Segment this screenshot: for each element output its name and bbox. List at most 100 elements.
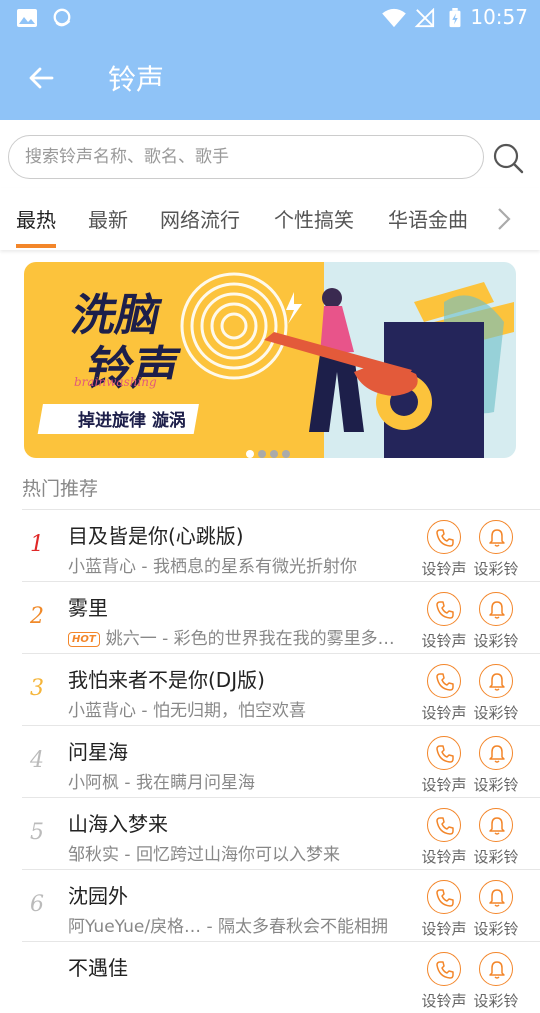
- set-ringtone-button[interactable]: 设铃声: [420, 952, 468, 1012]
- lyric-snippet: 怕无归期，怕空欢喜: [152, 701, 306, 721]
- set-crbt-label: 设彩铃: [473, 776, 519, 794]
- list-item[interactable]: 1 目及皆是你(心跳版) 小蓝背心 - 我栖息的星系有微光折射你 设铃声 设彩铃: [22, 509, 540, 581]
- list-item[interactable]: 4 问星海 小阿枫 - 我在瞒月问星海 设铃声 设彩铃: [22, 725, 540, 797]
- bell-icon: [489, 673, 505, 691]
- list-item[interactable]: 6 沈园外 阿YueYue/戾格… - 隔太多春秋会不能相拥 设铃声 设彩铃: [22, 869, 540, 941]
- phone-icon: [436, 745, 454, 763]
- set-crbt-button[interactable]: 设彩铃: [472, 736, 520, 796]
- set-ringtone-button[interactable]: 设铃声: [420, 808, 468, 868]
- set-crbt-button[interactable]: 设彩铃: [472, 808, 520, 868]
- set-crbt-button[interactable]: 设彩铃: [472, 664, 520, 724]
- set-ringtone-button[interactable]: 设铃声: [420, 664, 468, 724]
- set-ringtone-label: 设铃声: [421, 848, 467, 866]
- rank-number: 5: [30, 820, 44, 845]
- search-input[interactable]: 搜索铃声名称、歌名、歌手: [8, 135, 484, 179]
- app-notification-icon: [53, 8, 71, 27]
- phone-icon: [436, 673, 454, 691]
- set-crbt-label: 设彩铃: [473, 920, 519, 938]
- category-tabs: 最热 最新 网络流行 个性搞笑 华语金曲: [0, 188, 540, 250]
- song-title: 不遇佳: [68, 956, 128, 980]
- tab-internet-popular[interactable]: 网络流行: [160, 204, 240, 233]
- phone-icon: [436, 889, 454, 907]
- lyric-snippet: 回忆跨过山海你可以入梦来: [135, 845, 340, 865]
- ringtone-list: 1 目及皆是你(心跳版) 小蓝背心 - 我栖息的星系有微光折射你 设铃声 设彩铃…: [22, 509, 540, 1013]
- set-ringtone-button[interactable]: 设铃声: [420, 520, 468, 580]
- bell-icon: [489, 529, 505, 547]
- list-item[interactable]: 3 我怕来者不是你(DJ版) 小蓝背心 - 怕无归期，怕空欢喜 设铃声 设彩铃: [22, 653, 540, 725]
- image-notification-icon: [17, 9, 37, 27]
- set-ringtone-label: 设铃声: [421, 992, 467, 1010]
- list-item[interactable]: 2 雾里 HOT 姚六一 - 彩色的世界我在我的雾里多… 设铃声 设彩铃: [22, 581, 540, 653]
- search-bar: 搜索铃声名称、歌名、歌手: [0, 120, 540, 188]
- set-crbt-button[interactable]: 设彩铃: [472, 952, 520, 1012]
- set-crbt-label: 设彩铃: [473, 632, 519, 650]
- bell-icon: [489, 745, 505, 763]
- phone-icon: [436, 601, 454, 619]
- artist-name: 阿YueYue/戾格…: [68, 917, 202, 937]
- song-title: 雾里: [68, 596, 108, 620]
- rank-number: 4: [30, 748, 44, 773]
- no-signal-icon: [414, 8, 435, 28]
- artist-name: 小阿枫: [68, 773, 119, 793]
- song-title: 目及皆是你(心跳版): [68, 524, 244, 548]
- tab-hottest[interactable]: 最热: [16, 204, 56, 233]
- artist-name: 姚六一: [105, 629, 157, 649]
- rank-number: 2: [30, 604, 44, 629]
- search-icon[interactable]: [490, 140, 526, 176]
- bell-icon: [489, 889, 505, 907]
- set-crbt-button[interactable]: 设彩铃: [472, 520, 520, 580]
- promo-banner[interactable]: 洗脑 铃声 brainwashing 掉进旋律 漩涡: [24, 262, 516, 458]
- song-subtitle: 小蓝背心 - 怕无归期，怕空欢喜: [68, 701, 306, 721]
- rank-number: 6: [30, 892, 44, 917]
- top-bar: 10:57 铃声: [0, 0, 540, 120]
- tab-indicator: [16, 244, 56, 248]
- rank-number: 1: [30, 532, 44, 557]
- pager-dot: [246, 450, 254, 458]
- list-item[interactable]: 5 山海入梦来 邹秋实 - 回忆跨过山海你可以入梦来 设铃声 设彩铃: [22, 797, 540, 869]
- phone-icon: [436, 961, 454, 979]
- set-crbt-label: 设彩铃: [473, 848, 519, 866]
- set-ringtone-label: 设铃声: [421, 560, 467, 578]
- pager-dot: [270, 450, 278, 458]
- page-title: 铃声: [108, 63, 165, 96]
- chevron-right-icon[interactable]: [494, 204, 514, 234]
- hot-badge: HOT: [68, 632, 100, 647]
- artist-name: 邹秋实: [68, 845, 119, 865]
- song-title: 沈园外: [68, 884, 128, 908]
- section-title: 热门推荐: [22, 478, 99, 500]
- song-subtitle: 小阿枫 - 我在瞒月问星海: [68, 773, 255, 793]
- lyric-snippet: 彩色的世界我在我的雾里多…: [173, 629, 395, 649]
- bell-icon: [489, 817, 505, 835]
- tab-funny[interactable]: 个性搞笑: [274, 204, 354, 233]
- status-bar: 10:57: [0, 0, 540, 36]
- list-item[interactable]: 不遇佳 设铃声 设彩铃: [22, 941, 540, 1013]
- pager-dot: [282, 450, 290, 458]
- wifi-icon: [382, 8, 406, 28]
- phone-icon: [436, 529, 454, 547]
- lyric-snippet: 隔太多春秋会不能相拥: [218, 917, 389, 937]
- song-subtitle: HOT 姚六一 - 彩色的世界我在我的雾里多…: [68, 624, 414, 649]
- banner-script: brainwashing: [74, 375, 157, 389]
- set-ringtone-button[interactable]: 设铃声: [420, 592, 468, 652]
- set-ringtone-label: 设铃声: [421, 704, 467, 722]
- song-subtitle: 小蓝背心 - 我栖息的星系有微光折射你: [68, 557, 357, 577]
- banner-tagline: 掉进旋律 漩涡: [78, 410, 186, 431]
- artist-name: 小蓝背心: [68, 701, 136, 721]
- set-ringtone-button[interactable]: 设铃声: [420, 736, 468, 796]
- set-ringtone-label: 设铃声: [421, 632, 467, 650]
- status-time: 10:57: [470, 5, 528, 29]
- set-crbt-label: 设彩铃: [473, 704, 519, 722]
- battery-charging-icon: [449, 8, 461, 28]
- set-ringtone-button[interactable]: 设铃声: [420, 880, 468, 940]
- tab-chinese-classics[interactable]: 华语金曲: [388, 204, 468, 233]
- lyric-snippet: 我在瞒月问星海: [135, 773, 255, 793]
- banner-art: 洗脑 铃声 brainwashing 掉进旋律 漩涡: [37, 272, 514, 458]
- set-crbt-button[interactable]: 设彩铃: [472, 880, 520, 940]
- back-arrow-icon[interactable]: [22, 60, 62, 96]
- phone-icon: [436, 817, 454, 835]
- bell-icon: [489, 961, 505, 979]
- song-subtitle: 邹秋实 - 回忆跨过山海你可以入梦来: [68, 845, 340, 865]
- pager-dot: [258, 450, 266, 458]
- tab-newest[interactable]: 最新: [88, 204, 128, 233]
- set-crbt-button[interactable]: 设彩铃: [472, 592, 520, 652]
